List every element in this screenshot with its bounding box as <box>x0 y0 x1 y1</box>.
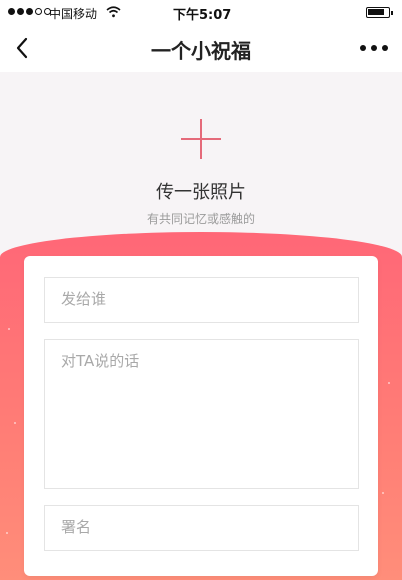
upload-photo-subtitle: 有共同记忆或感触的 <box>146 212 255 226</box>
recipient-input[interactable]: 发给谁 <box>44 277 359 323</box>
page-title: 一个小祝福 <box>151 39 251 63</box>
app-screen: 中国移动 下午5:07 一个小祝福 传一张照片 有共同记忆或感触的 发给谁 对T… <box>0 0 402 580</box>
upload-photo-title: 传一张照片 <box>156 182 246 203</box>
message-textarea[interactable]: 对TA说的话 <box>44 339 359 489</box>
clock: 下午5:07 <box>173 8 232 23</box>
more-options-icon[interactable] <box>360 45 388 51</box>
plus-icon[interactable] <box>181 119 221 159</box>
signal-strength-icon <box>8 8 51 15</box>
carrier-name: 中国移动 <box>49 7 98 21</box>
status-bar: 中国移动 下午5:07 <box>0 0 402 24</box>
blessing-form-card: 发给谁 对TA说的话 署名 <box>24 256 378 576</box>
wifi-icon <box>106 6 121 18</box>
navigation-bar: 一个小祝福 <box>0 24 402 72</box>
battery-icon <box>366 7 393 18</box>
signature-input[interactable]: 署名 <box>44 505 359 551</box>
